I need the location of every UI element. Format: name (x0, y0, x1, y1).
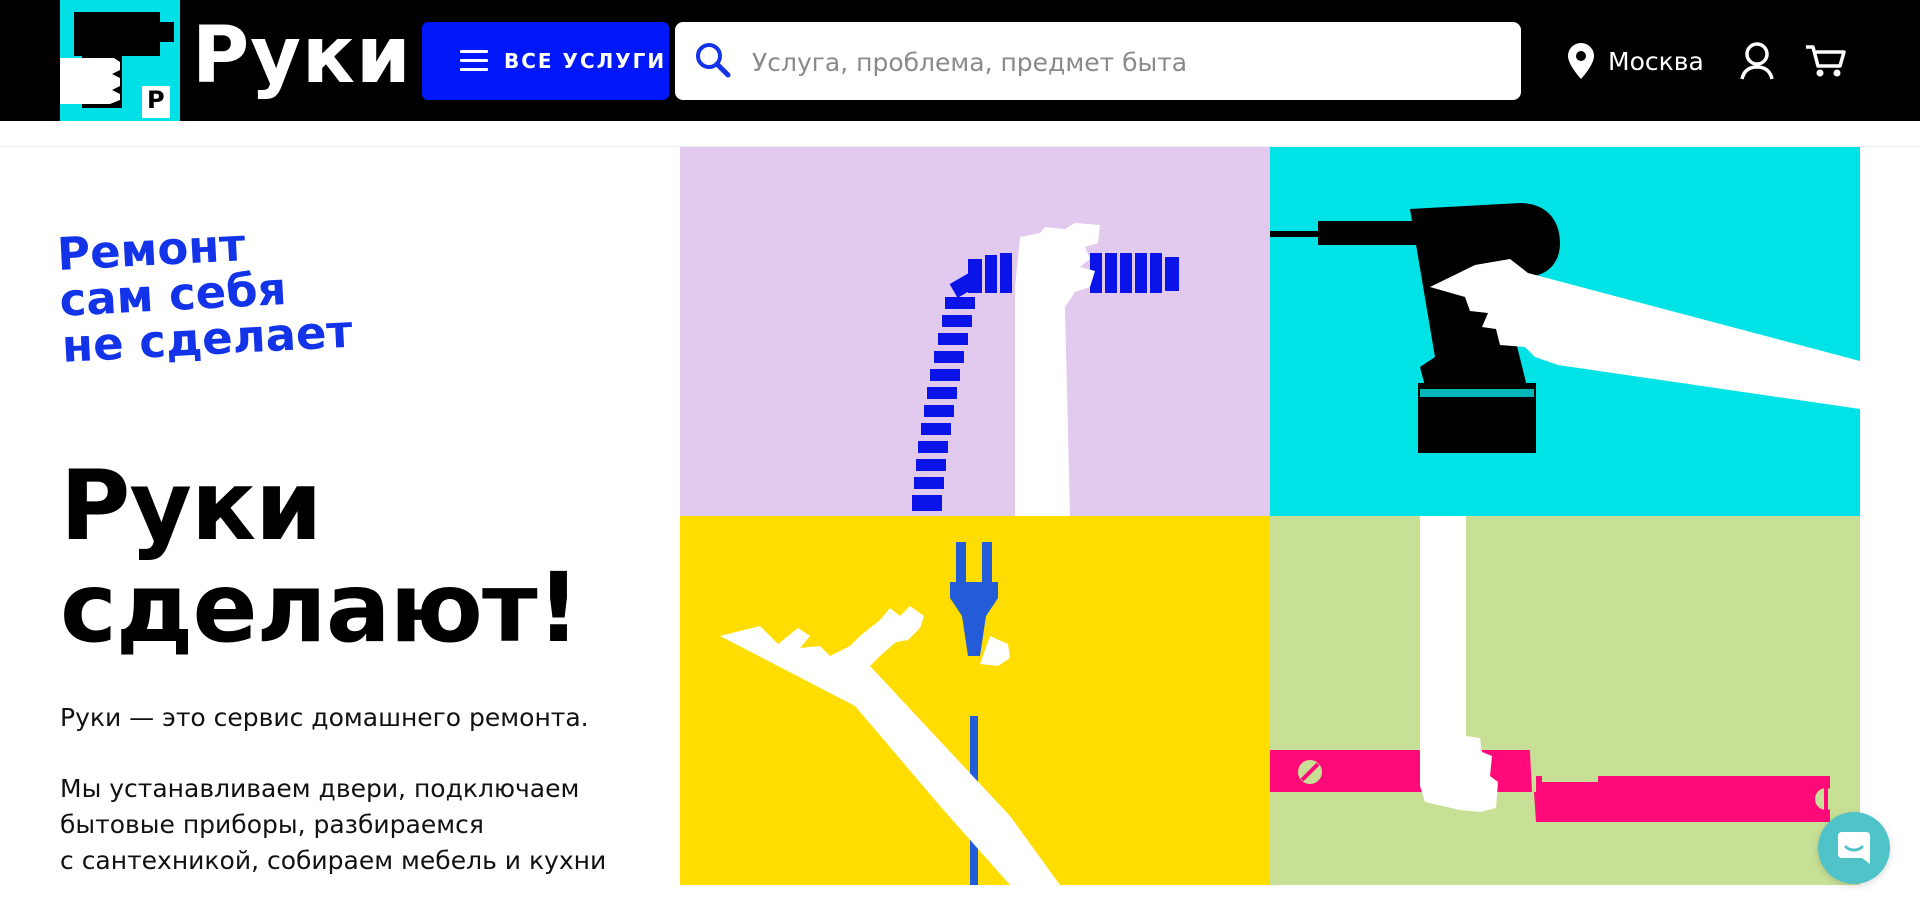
city-name: Москва (1608, 46, 1704, 76)
search-bar[interactable] (675, 22, 1521, 100)
hand-holding-plug-icon (720, 542, 1060, 885)
menu-icon (460, 50, 488, 72)
headline-line: сделают! (60, 552, 580, 664)
logo-mark[interactable]: Р (60, 0, 180, 121)
location-pin-icon (1568, 43, 1594, 79)
description-line: Мы устанавливаем двери, подключаем (60, 774, 580, 803)
hand-holding-drill-icon (1270, 203, 1860, 453)
search-icon (696, 43, 731, 78)
illustration-hose-tile (680, 147, 1270, 516)
all-services-label: ВСЕ УСЛУГИ (504, 49, 667, 73)
hero-headline: Руки сделают! (60, 450, 580, 664)
illustration-level-tile (1270, 516, 1860, 885)
search-input[interactable] (750, 36, 1494, 88)
logo-badge: Р (147, 86, 165, 114)
chat-button[interactable] (1818, 812, 1890, 884)
hero-services-description: Мы устанавливаем двери, подключаем бытов… (60, 771, 660, 879)
logo-text[interactable]: Руки (192, 6, 412, 106)
hand-holding-hose-icon (912, 223, 1179, 516)
slogan-line: не сделает (60, 304, 354, 373)
illustration-plug-tile (680, 516, 1270, 885)
all-services-button[interactable]: ВСЕ УСЛУГИ (422, 22, 669, 100)
site-header: Р Руки ВСЕ УСЛУГИ Москва (0, 0, 1920, 121)
description-line: бытовые приборы, разбираемся (60, 810, 484, 839)
slogan: Ремонт сам себя не сделает (56, 215, 383, 373)
illustration-drill-tile (1270, 147, 1860, 516)
city-selector[interactable]: Москва (1568, 36, 1704, 86)
hand-holding-level-icon (1270, 516, 1837, 822)
hero-description: Руки — это сервис домашнего ремонта. (60, 703, 589, 732)
cart-icon[interactable] (1806, 44, 1846, 78)
description-line: с сантехникой, собираем мебель и кухни (60, 846, 607, 875)
chat-icon (1838, 832, 1870, 864)
account-icon[interactable] (1740, 42, 1774, 80)
headline-line: Руки (60, 450, 322, 562)
